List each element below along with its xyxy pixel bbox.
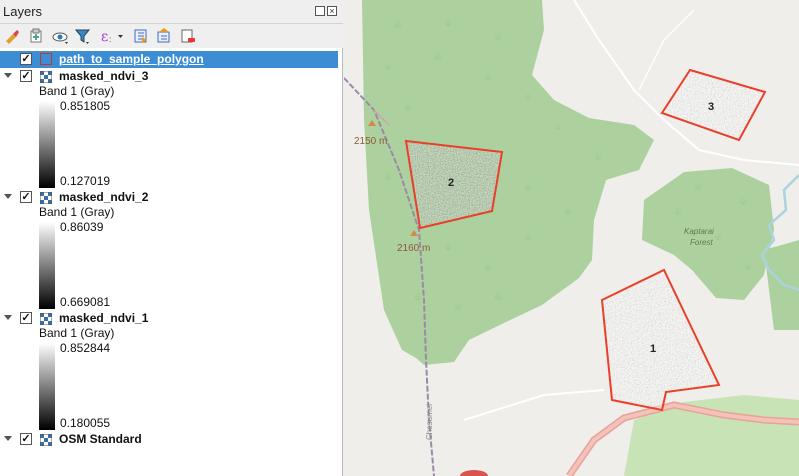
road-label-chesumei: Chesumei bbox=[425, 404, 434, 440]
svg-text:♧: ♧ bbox=[494, 33, 502, 43]
ramp-max-value: 0.851805 bbox=[60, 99, 111, 113]
raster-layer-icon bbox=[39, 433, 53, 447]
layer-visibility-checkbox[interactable]: ✓ bbox=[20, 53, 32, 65]
svg-text:♧: ♧ bbox=[434, 53, 442, 63]
polygon-label-3: 3 bbox=[708, 101, 714, 113]
map-svg[interactable]: ♧ ♧ ♧ ♧ ♧ ♧ ♧ ♧ ♧ ♧ ♧ ♧ ♧ ♧ ♧ ♧ ♧ ♧ ♧ ♧ ♧ ♧ ♧ ♧ 2150 m 2… bbox=[344, 0, 799, 476]
elevation-label-2160: 2160 m bbox=[397, 243, 430, 254]
svg-text:♧: ♧ bbox=[714, 233, 722, 243]
svg-text:♧: ♧ bbox=[564, 208, 572, 218]
forest-label-kaptarai: Kaptarai bbox=[684, 227, 714, 236]
layer-name: masked_ndvi_3 bbox=[59, 69, 149, 83]
layer-row-path-to-sample-polygon[interactable]: ✓ path_to_sample_polygon bbox=[0, 51, 338, 68]
open-layer-styling-icon[interactable] bbox=[4, 28, 20, 44]
layer-visibility-checkbox[interactable]: ✓ bbox=[20, 70, 32, 82]
layer-row-masked-ndvi-1[interactable]: ✓ masked_ndvi_1 bbox=[0, 310, 338, 327]
svg-text:ε: ε bbox=[101, 29, 108, 44]
ramp-max-value: 0.852844 bbox=[60, 341, 111, 355]
ramp-min-value: 0.127019 bbox=[60, 174, 111, 188]
raster-layer-icon bbox=[39, 70, 53, 84]
ramp-max-value: 0.86039 bbox=[60, 220, 104, 234]
float-panel-button[interactable] bbox=[315, 6, 325, 16]
layer-row-masked-ndvi-2[interactable]: ✓ masked_ndvi_2 bbox=[0, 189, 338, 206]
elevation-label-2150: 2150 m bbox=[354, 136, 387, 147]
svg-text:♧: ♧ bbox=[444, 19, 452, 29]
layer-name: OSM Standard bbox=[59, 432, 142, 446]
svg-text::: : bbox=[109, 35, 111, 44]
ramp-min-value: 0.669081 bbox=[60, 295, 111, 309]
layer-visibility-checkbox[interactable]: ✓ bbox=[20, 312, 32, 324]
layers-panel-title: Layers bbox=[3, 4, 43, 19]
layer-name: masked_ndvi_1 bbox=[59, 311, 149, 325]
raster-layer-icon bbox=[39, 312, 53, 326]
gray-color-ramp bbox=[39, 343, 55, 430]
gray-color-ramp bbox=[39, 101, 55, 188]
svg-text:♧: ♧ bbox=[739, 198, 747, 208]
raster-layer-icon bbox=[39, 191, 53, 205]
filter-legend-icon[interactable] bbox=[75, 28, 91, 44]
svg-text:♧: ♧ bbox=[524, 183, 532, 193]
svg-text:♧: ♧ bbox=[524, 233, 532, 243]
collapse-arrow-icon[interactable] bbox=[4, 436, 12, 441]
svg-text:♧: ♧ bbox=[484, 73, 492, 83]
expand-all-icon[interactable] bbox=[133, 28, 149, 44]
svg-text:♧: ♧ bbox=[494, 293, 502, 303]
layer-visibility-checkbox[interactable]: ✓ bbox=[20, 433, 32, 445]
svg-text:♧: ♧ bbox=[694, 183, 702, 193]
polygon-label-2: 2 bbox=[448, 177, 454, 189]
layer-tree: ✓ path_to_sample_polygon ✓ masked_ndvi_3… bbox=[0, 51, 338, 476]
layer-visibility-checkbox[interactable]: ✓ bbox=[20, 191, 32, 203]
layers-panel-titlebar: Layers × bbox=[0, 0, 343, 24]
collapse-arrow-icon[interactable] bbox=[4, 315, 12, 320]
close-panel-button[interactable]: × bbox=[327, 6, 337, 16]
layers-toolbar: ε: bbox=[0, 24, 343, 48]
band-label: Band 1 (Gray) bbox=[39, 205, 115, 219]
map-canvas[interactable]: ♧ ♧ ♧ ♧ ♧ ♧ ♧ ♧ ♧ ♧ ♧ ♧ ♧ ♧ ♧ ♧ ♧ ♧ ♧ ♧ ♧ ♧ ♧ ♧ 2150 m 2… bbox=[344, 0, 799, 476]
add-group-icon[interactable] bbox=[28, 28, 44, 44]
svg-text:♧: ♧ bbox=[414, 293, 422, 303]
ramp-min-value: 0.180055 bbox=[60, 416, 111, 430]
svg-text:♧: ♧ bbox=[454, 303, 462, 313]
svg-text:♧: ♧ bbox=[484, 263, 492, 273]
svg-text:♧: ♧ bbox=[384, 63, 392, 73]
band-label: Band 1 (Gray) bbox=[39, 326, 115, 340]
svg-text:♧: ♧ bbox=[444, 243, 452, 253]
svg-text:♧: ♧ bbox=[744, 263, 752, 273]
remove-layer-icon[interactable] bbox=[180, 28, 196, 44]
band-label: Band 1 (Gray) bbox=[39, 84, 115, 98]
svg-text:♧: ♧ bbox=[384, 173, 392, 183]
forest-label-forest: Forest bbox=[690, 238, 713, 247]
svg-text:♧: ♧ bbox=[594, 153, 602, 163]
svg-text:♧: ♧ bbox=[554, 123, 562, 133]
svg-text:♧: ♧ bbox=[524, 93, 532, 103]
svg-text:♧: ♧ bbox=[674, 208, 682, 218]
svg-text:♧: ♧ bbox=[394, 21, 402, 31]
polygon-label-1: 1 bbox=[650, 343, 656, 355]
collapse-arrow-icon[interactable] bbox=[4, 194, 12, 199]
manage-map-themes-icon[interactable] bbox=[52, 28, 68, 44]
layer-name: masked_ndvi_2 bbox=[59, 190, 149, 204]
collapse-all-icon[interactable] bbox=[156, 28, 172, 44]
layers-panel: Layers × ε: ✓ path_to_sample_polygon ✓ m… bbox=[0, 0, 343, 476]
layer-row-masked-ndvi-3[interactable]: ✓ masked_ndvi_3 bbox=[0, 68, 338, 85]
layer-row-osm-standard[interactable]: ✓ OSM Standard bbox=[0, 431, 338, 448]
layer-name: path_to_sample_polygon bbox=[59, 52, 204, 66]
svg-text:♧: ♧ bbox=[404, 103, 412, 113]
collapse-arrow-icon[interactable] bbox=[4, 73, 12, 78]
polygon-layer-icon bbox=[40, 53, 52, 65]
gray-color-ramp bbox=[39, 222, 55, 309]
filter-by-expression-icon[interactable]: ε: bbox=[100, 28, 123, 44]
